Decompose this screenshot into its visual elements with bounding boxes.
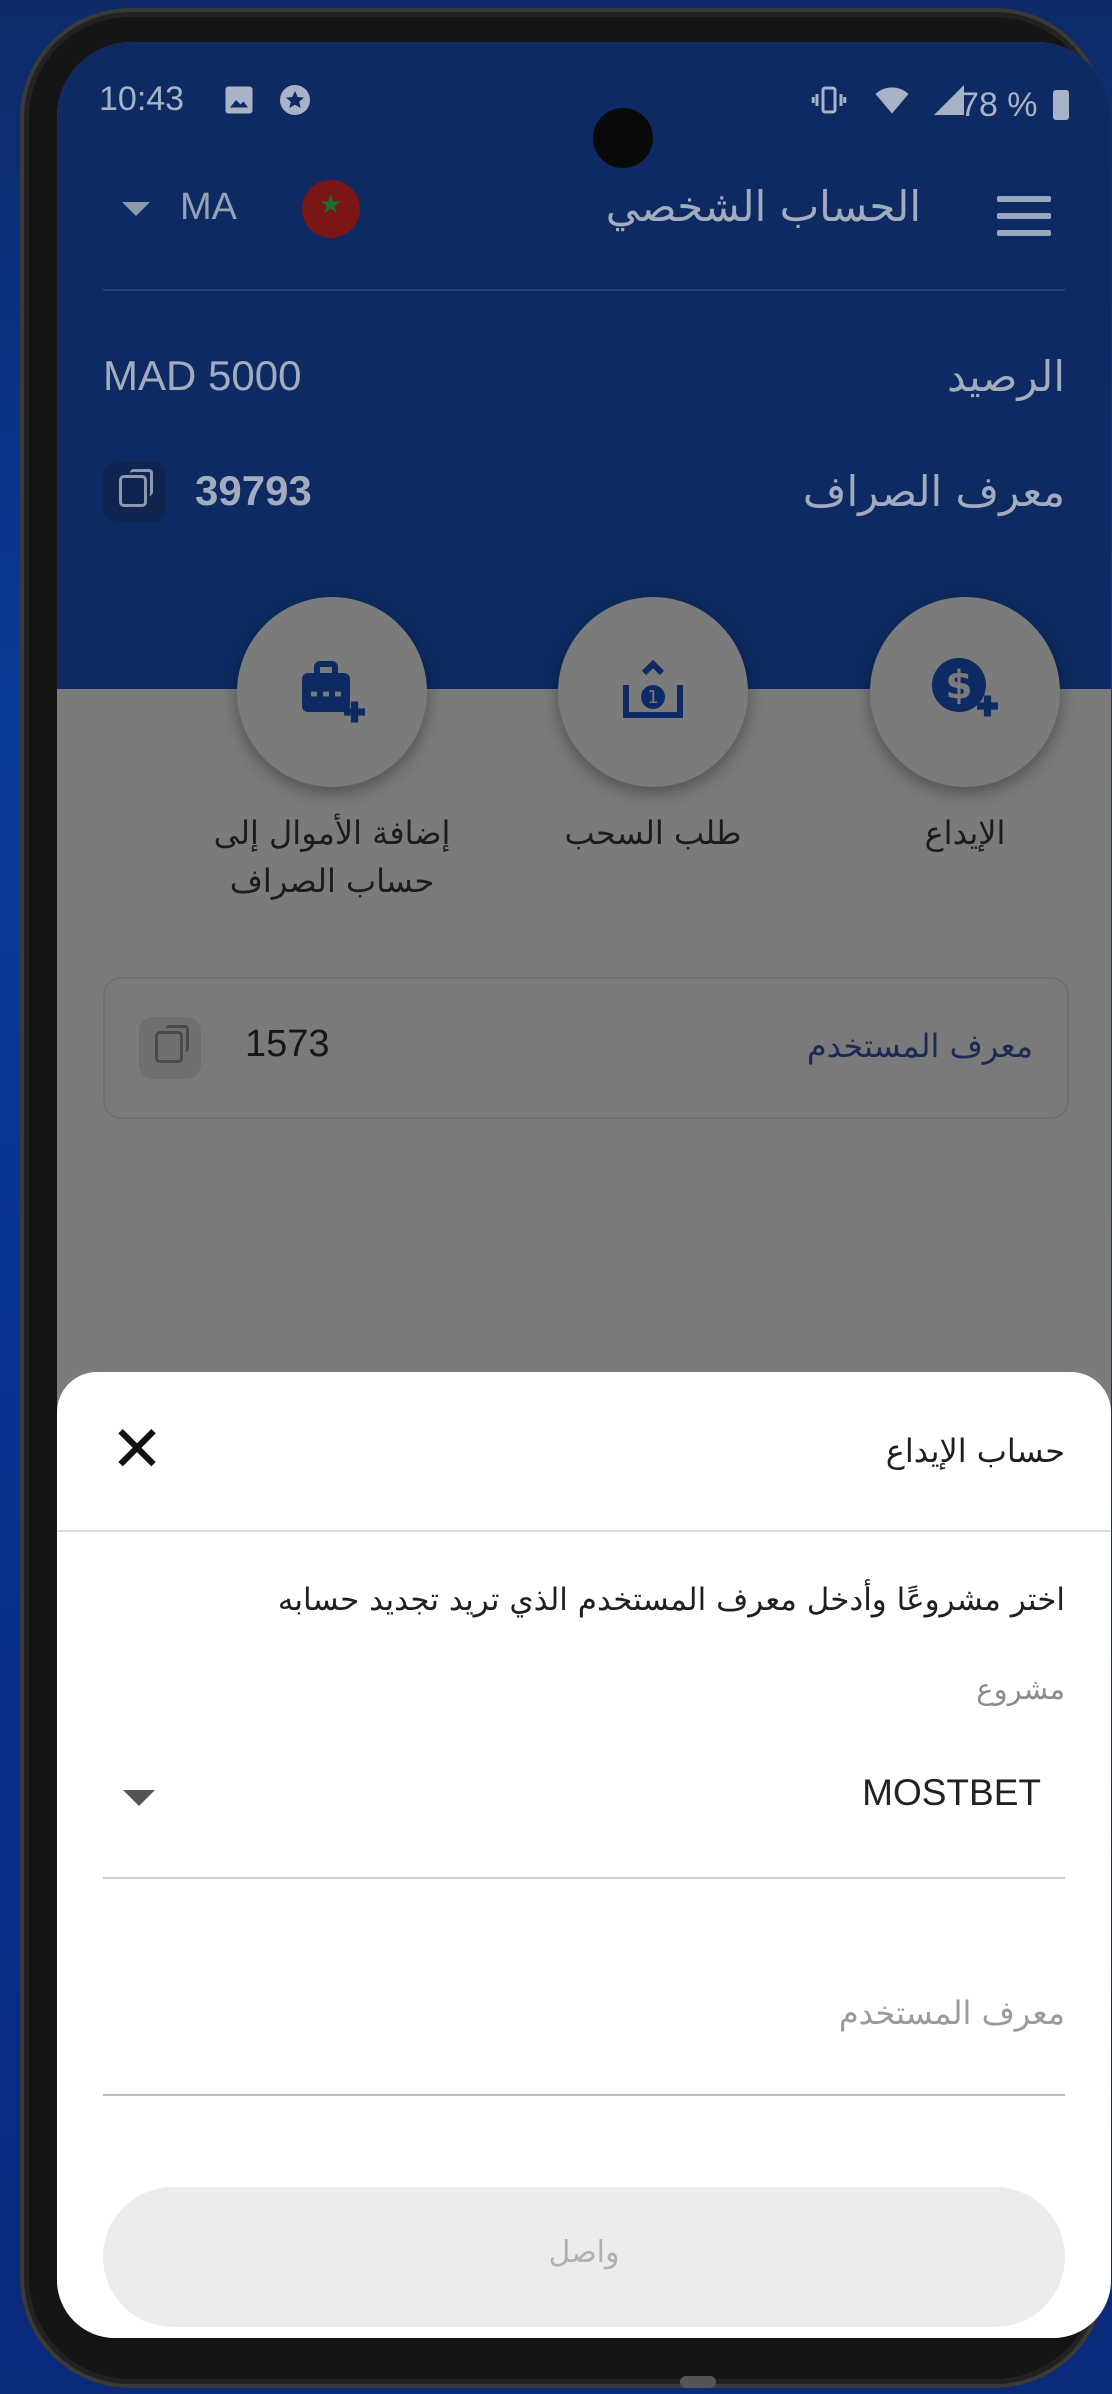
- battery-level: 78 %: [960, 86, 1069, 125]
- project-selected-value: MOSTBET: [862, 1772, 1041, 1813]
- header-divider: [103, 289, 1065, 291]
- add-funds-action[interactable]: إضافة الأموال إلى حساب الصراف: [202, 597, 462, 905]
- sheet-title: حساب الإيداع: [885, 1432, 1065, 1470]
- wifi-icon: [875, 87, 909, 114]
- status-time: 10:43: [99, 80, 185, 118]
- deposit-bottom-sheet: حساب الإيداع ✕ اختر مشروعًا وأدخل معرف ا…: [57, 1372, 1111, 2338]
- battery-icon: [1053, 90, 1069, 120]
- balance-row: الرصيد MAD 5000: [103, 352, 1065, 422]
- app-notification-icon: [280, 85, 310, 115]
- add-funds-button[interactable]: [237, 597, 427, 787]
- withdraw-action[interactable]: 1 طلب السحب: [523, 597, 783, 857]
- hamburger-menu-icon[interactable]: [997, 196, 1051, 236]
- continue-button[interactable]: واصل: [103, 2187, 1065, 2327]
- withdraw-label: طلب السحب: [564, 814, 742, 852]
- continue-button-label: واصل: [548, 2235, 620, 2270]
- user-id-label: معرف المستخدم: [806, 1027, 1033, 1065]
- chevron-down-icon: [123, 1790, 155, 1806]
- chevron-down-icon: [122, 201, 150, 216]
- user-id-underline: [103, 2094, 1065, 2096]
- copy-exchanger-id-button[interactable]: [103, 461, 165, 523]
- country-selector[interactable]: MA: [122, 186, 237, 229]
- copy-user-id-button[interactable]: [139, 1017, 201, 1079]
- home-indicator: [680, 2376, 716, 2388]
- copy-icon: [155, 1025, 189, 1063]
- screen: 10:43 78 % الحساب الشخصي MA الرصيد MAD 5…: [57, 42, 1111, 2338]
- project-label: مشروع: [976, 1672, 1065, 1706]
- top-app-bar: الحساب الشخصي MA: [57, 180, 1111, 252]
- sheet-instruction: اختر مشروعًا وأدخل معرف المستخدم الذي تر…: [277, 1582, 1065, 1618]
- add-funds-label: إضافة الأموال إلى حساب الصراف: [202, 809, 462, 905]
- withdraw-icon: 1: [623, 659, 683, 718]
- deposit-label: الإيداع: [924, 814, 1006, 852]
- user-id-value: 1573: [245, 1023, 330, 1065]
- user-id-card: معرف المستخدم 1573: [103, 977, 1069, 1119]
- exchanger-id-label: معرف الصراف: [802, 467, 1065, 516]
- balance-value: MAD 5000: [103, 352, 302, 399]
- status-bar: 10:43 78 %: [99, 72, 1099, 168]
- exchanger-id-row: معرف الصراف 39793: [103, 461, 1065, 537]
- dollar-plus-icon: $: [932, 658, 998, 717]
- close-icon[interactable]: ✕: [107, 1418, 167, 1482]
- image-notification-icon: [225, 86, 253, 114]
- deposit-action[interactable]: $ الإيداع: [835, 597, 1095, 857]
- deposit-button[interactable]: $: [870, 597, 1060, 787]
- sheet-divider: [57, 1530, 1111, 1532]
- exchanger-id-value: 39793: [195, 467, 312, 514]
- quick-actions: $ الإيداع 1 طلب السحب إضافة الأموال إلى ح…: [57, 597, 1111, 917]
- project-underline: [103, 1877, 1065, 1879]
- add-funds-label-line2: حساب الصراف: [229, 862, 435, 900]
- withdraw-button[interactable]: 1: [558, 597, 748, 787]
- wallet-plus-icon: [302, 661, 365, 723]
- country-code: MA: [180, 186, 237, 228]
- add-funds-label-line1: إضافة الأموال إلى: [213, 814, 451, 852]
- vibrate-icon: [811, 86, 847, 114]
- user-id-input[interactable]: معرف المستخدم: [839, 1994, 1065, 2032]
- svg-text:$: $: [945, 664, 972, 709]
- front-camera: [593, 108, 653, 168]
- balance-label: الرصيد: [946, 352, 1065, 401]
- svg-text:1: 1: [647, 687, 658, 708]
- copy-icon: [119, 469, 153, 507]
- morocco-flag-icon: [302, 180, 360, 238]
- page-title: الحساب الشخصي: [605, 182, 921, 231]
